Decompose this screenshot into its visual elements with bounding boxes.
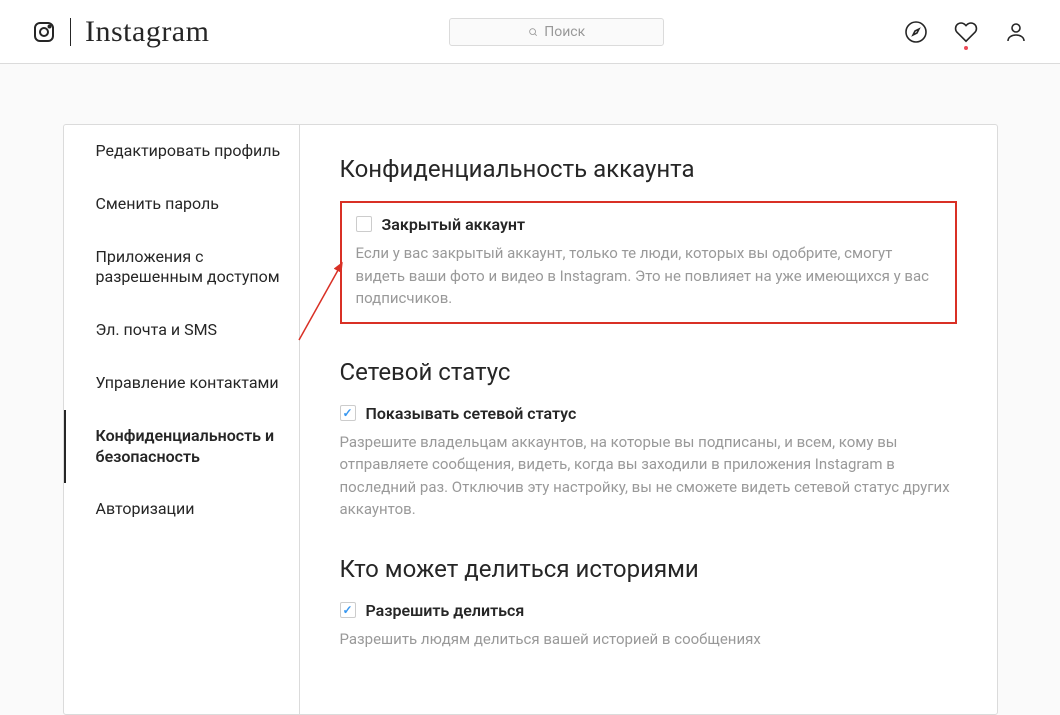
sidebar-item-email-sms[interactable]: Эл. почта и SMS [64, 304, 299, 357]
story-sharing-section: Кто может делиться историями Разрешить д… [340, 555, 957, 651]
sidebar-item-label: Редактировать профиль [96, 141, 281, 160]
sidebar-item-authorized-apps[interactable]: Приложения с разрешенным доступом [64, 231, 299, 305]
sidebar-item-label: Приложения с разрешенным доступом [96, 247, 280, 287]
private-account-option: Закрытый аккаунт [356, 215, 941, 234]
annotation-arrow-icon [294, 255, 364, 345]
sidebar-item-label: Управление контактами [96, 373, 279, 392]
sidebar-item-privacy-security[interactable]: Конфиденциальность и безопасность [64, 410, 299, 484]
notification-dot [964, 46, 968, 50]
sidebar-item-change-password[interactable]: Сменить пароль [64, 178, 299, 231]
sidebar-item-label: Эл. почта и SMS [96, 320, 218, 339]
story-sharing-label: Разрешить делиться [366, 601, 525, 620]
story-sharing-desc: Разрешить людям делиться вашей историей … [340, 628, 957, 651]
sidebar-item-authorizations[interactable]: Авторизации [64, 483, 299, 536]
private-account-label: Закрытый аккаунт [382, 215, 526, 234]
private-account-checkbox[interactable] [356, 216, 372, 232]
section-title-activity: Сетевой статус [340, 358, 957, 386]
header-actions [904, 20, 1028, 44]
top-header: Instagram Поиск [0, 0, 1060, 64]
section-title-privacy: Конфиденциальность аккаунта [340, 155, 957, 183]
settings-content: Конфиденциальность аккаунта Закрытый акк… [300, 125, 997, 714]
sidebar-item-edit-profile[interactable]: Редактировать профиль [64, 125, 299, 178]
activity-status-desc: Разрешите владельцам аккаунтов, на котор… [340, 431, 957, 521]
activity-status-section: Сетевой статус Показывать сетевой статус… [340, 358, 957, 521]
story-sharing-checkbox[interactable] [340, 602, 356, 618]
search-input[interactable]: Поиск [449, 18, 664, 46]
brand-wordmark[interactable]: Instagram [85, 15, 209, 49]
sidebar-item-label: Конфиденциальность и безопасность [96, 426, 275, 466]
sidebar-item-label: Сменить пароль [96, 194, 219, 213]
explore-icon[interactable] [904, 20, 928, 44]
search-placeholder: Поиск [544, 24, 585, 40]
camera-icon[interactable] [32, 20, 56, 44]
sidebar-item-label: Авторизации [96, 499, 195, 518]
activity-icon[interactable] [954, 20, 978, 44]
activity-status-option: Показывать сетевой статус [340, 404, 957, 423]
private-account-desc: Если у вас закрытый аккаунт, только те л… [356, 242, 941, 310]
profile-icon[interactable] [1004, 20, 1028, 44]
private-account-highlight: Закрытый аккаунт Если у вас закрытый акк… [340, 201, 957, 324]
activity-status-checkbox[interactable] [340, 405, 356, 421]
section-title-story-sharing: Кто может делиться историями [340, 555, 957, 583]
activity-status-label: Показывать сетевой статус [366, 404, 577, 423]
sidebar-item-manage-contacts[interactable]: Управление контактами [64, 357, 299, 410]
settings-sidebar: Редактировать профиль Сменить пароль При… [64, 125, 300, 714]
settings-container: Редактировать профиль Сменить пароль При… [63, 124, 998, 715]
search-icon [528, 27, 538, 37]
logo-area: Instagram [32, 15, 209, 49]
story-sharing-option: Разрешить делиться [340, 601, 957, 620]
logo-divider [70, 18, 71, 46]
search-wrap: Поиск [209, 18, 904, 46]
